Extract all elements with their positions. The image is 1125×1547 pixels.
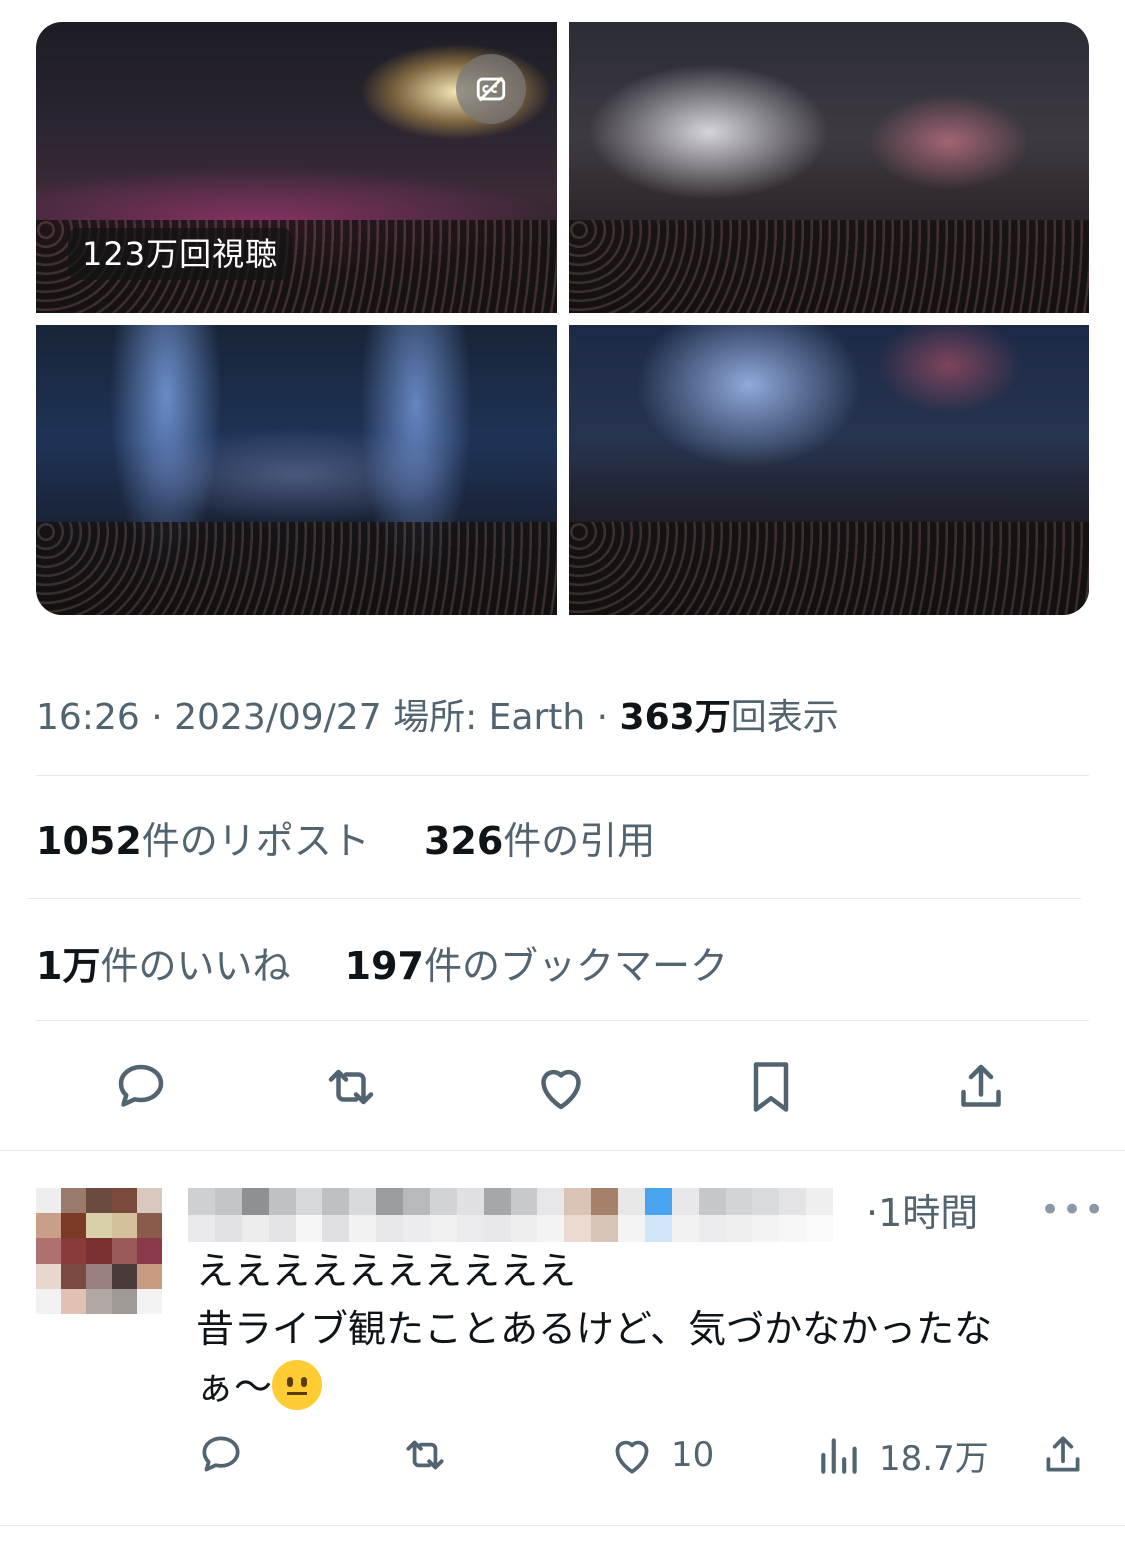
- reply-like-count: 10: [671, 1435, 715, 1475]
- post-date: 2023/09/27: [174, 697, 382, 738]
- username-pixelated[interactable]: [188, 1188, 860, 1242]
- like-icon: [541, 1069, 581, 1110]
- closed-captions-off-icon: [476, 76, 506, 102]
- divider: [0, 1525, 1125, 1526]
- stats-row-reposts: 1052件のリポスト 326件の引用: [36, 810, 655, 865]
- repost-button[interactable]: [316, 1052, 386, 1122]
- reply-reply-button[interactable]: [196, 1425, 246, 1485]
- reply-icon: [202, 1436, 240, 1472]
- meta-separator: ·: [151, 697, 163, 738]
- media-video-concert[interactable]: 123万回視聴: [36, 22, 557, 313]
- crowd-overlay: [36, 522, 557, 615]
- avatar[interactable]: [36, 1188, 162, 1314]
- video-views-badge: 123万回視聴: [68, 228, 293, 280]
- views-count: 363万: [619, 697, 731, 738]
- reply-text-line-1: ええええええええええ: [196, 1249, 577, 1293]
- reply-text: ええええええええええ 昔ライブ観たことあるけど、気づかなかったな ぁ〜: [196, 1242, 1096, 1416]
- reply-views-button[interactable]: 18.7万: [815, 1425, 989, 1485]
- share-icon: [961, 1064, 1001, 1107]
- media-photo-stage-1[interactable]: [569, 22, 1089, 313]
- views-label: 回表示: [730, 697, 839, 738]
- analytics-bar-icon: [821, 1438, 857, 1474]
- crowd-overlay: [569, 522, 1089, 615]
- divider: [36, 1020, 1089, 1021]
- reply-action-bar: 10 18.7万: [0, 1425, 1125, 1485]
- reply-time: ·1時間: [866, 1191, 979, 1235]
- reply-share-button[interactable]: [1038, 1425, 1088, 1485]
- quotes-stat[interactable]: 326件の引用: [424, 819, 655, 863]
- post-action-bar: [0, 1052, 1125, 1122]
- repost-icon: [406, 1440, 444, 1470]
- reply-button[interactable]: [106, 1052, 176, 1122]
- share-icon: [1046, 1436, 1080, 1472]
- crowd-overlay: [569, 219, 1089, 313]
- likes-stat[interactable]: 1万件のいいね: [36, 944, 290, 988]
- stats-row-likes: 1万件のいいね 197件のブックマーク: [36, 935, 728, 990]
- reply-text-line-3: ぁ〜: [196, 1358, 1096, 1416]
- closed-captions-button[interactable]: [456, 54, 526, 124]
- divider: [28, 898, 1081, 899]
- reply-repost-button[interactable]: [400, 1425, 450, 1485]
- bookmark-button[interactable]: [736, 1052, 806, 1122]
- share-button[interactable]: [946, 1052, 1016, 1122]
- reply-text-line-2: 昔ライブ観たことあるけど、気づかなかったな: [196, 1307, 993, 1351]
- reposts-stat[interactable]: 1052件のリポスト: [36, 819, 370, 863]
- repost-icon: [328, 1069, 374, 1105]
- more-options-button[interactable]: •••: [1040, 1190, 1106, 1230]
- media-photo-stage-3[interactable]: [569, 325, 1089, 615]
- reply-icon: [118, 1064, 164, 1107]
- media-photo-stage-2[interactable]: [36, 325, 557, 615]
- reply-like-button[interactable]: 10: [607, 1425, 714, 1485]
- meta-separator: ·: [596, 697, 609, 738]
- post-meta: 16:26 · 2023/09/27 場所: Earth · 363万回表示: [36, 688, 839, 740]
- like-button[interactable]: [526, 1052, 596, 1122]
- like-icon: [615, 1440, 649, 1474]
- media-grid: 123万回視聴: [36, 22, 1089, 615]
- bookmarks-stat[interactable]: 197件のブックマーク: [345, 944, 728, 988]
- bookmark-icon: [753, 1062, 789, 1112]
- post-location[interactable]: 場所: Earth: [393, 697, 585, 738]
- reply-views-count: 18.7万: [879, 1438, 989, 1479]
- divider: [36, 775, 1089, 776]
- post-time: 16:26: [36, 697, 140, 738]
- neutral-face-emoji-icon: [272, 1360, 323, 1410]
